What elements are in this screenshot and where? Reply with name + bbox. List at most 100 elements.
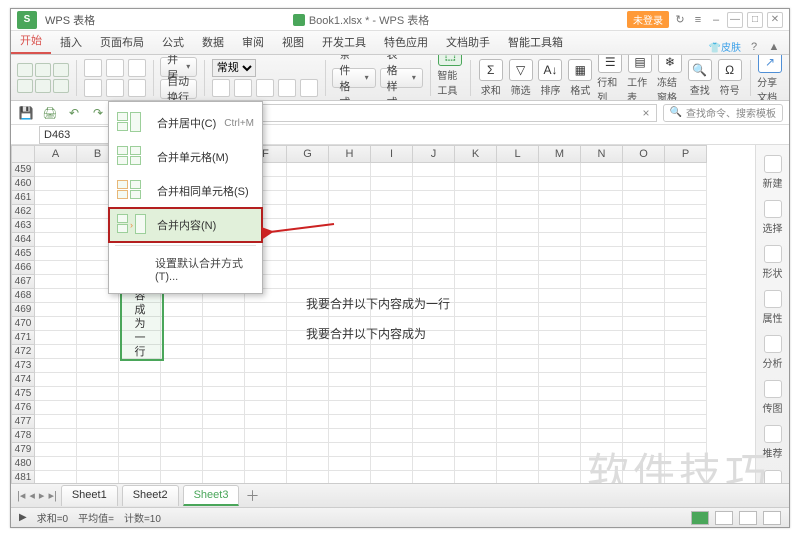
number-format-select[interactable]: 常规	[212, 59, 256, 77]
add-sheet-button[interactable]: ＋	[245, 486, 259, 506]
row-header[interactable]: 472	[11, 345, 35, 359]
row-header[interactable]: 459	[11, 163, 35, 177]
menu-merge-cells[interactable]: 合并单元格(M)	[109, 140, 262, 174]
col-header-O[interactable]: O	[623, 145, 665, 163]
view-normal-button[interactable]	[691, 511, 709, 525]
row-header[interactable]: 467	[11, 275, 35, 289]
sheet-tab-Sheet3[interactable]: Sheet3	[183, 485, 240, 506]
col-header-N[interactable]: N	[581, 145, 623, 163]
row-header[interactable]: 473	[11, 359, 35, 373]
find-button[interactable]: 🔍查找	[687, 59, 713, 97]
refresh-icon[interactable]: ↻	[673, 13, 687, 27]
rightpane-分析[interactable]: 分析	[763, 335, 783, 370]
row-header[interactable]: 478	[11, 429, 35, 443]
share-button[interactable]: ↗分享文档	[757, 55, 783, 101]
minimize-button[interactable]: —	[727, 12, 743, 28]
align-center-icon[interactable]	[106, 59, 124, 77]
rightpane-形状[interactable]: 形状	[763, 245, 783, 280]
comma-icon[interactable]	[256, 79, 274, 97]
row-header[interactable]: 471	[11, 331, 35, 345]
col-header-P[interactable]: P	[665, 145, 707, 163]
filter-button[interactable]: ▽筛选	[508, 59, 534, 97]
row-header[interactable]: 466	[11, 261, 35, 275]
sort-button[interactable]: A↓排序	[538, 59, 564, 97]
view-break-button[interactable]	[739, 511, 757, 525]
tab-view[interactable]: 视图	[273, 30, 313, 54]
row-header[interactable]: 461	[11, 191, 35, 205]
wrap-text-button[interactable]: 自动换行	[160, 79, 197, 99]
cond-format-button[interactable]: 条件格式▾	[332, 68, 375, 88]
tab-start[interactable]: 开始	[11, 28, 51, 54]
col-header-L[interactable]: L	[497, 145, 539, 163]
sheet-tab-Sheet2[interactable]: Sheet2	[122, 485, 179, 506]
rightpane-属性[interactable]: 属性	[763, 290, 783, 325]
sheet-tab-Sheet1[interactable]: Sheet1	[61, 485, 118, 506]
menu-merge-content[interactable]: › 合并内容(N)	[109, 208, 262, 242]
cell-C471[interactable]: 一	[119, 331, 161, 345]
table-style-button[interactable]: 表格样式▾	[380, 68, 423, 88]
row-header[interactable]: 475	[11, 387, 35, 401]
col-header-K[interactable]: K	[455, 145, 497, 163]
row-header[interactable]: 477	[11, 415, 35, 429]
row-header[interactable]: 479	[11, 443, 35, 457]
tab-layout[interactable]: 页面布局	[91, 30, 153, 54]
record-macro-icon[interactable]: ▶	[19, 512, 27, 523]
sum-button[interactable]: Σ求和	[478, 59, 504, 97]
align-left-icon[interactable]	[84, 59, 102, 77]
skin-button[interactable]: 👕皮肤	[709, 39, 741, 54]
menu-merge-same[interactable]: 合并相同单元格(S)	[109, 174, 262, 208]
freeze-button[interactable]: ❄冻结窗格	[657, 55, 683, 101]
tab-data[interactable]: 数据	[193, 30, 233, 54]
row-header[interactable]: 480	[11, 457, 35, 471]
symbol-button[interactable]: Ω符号	[717, 59, 743, 97]
row-header[interactable]: 469	[11, 303, 35, 317]
help-icon[interactable]: ?	[747, 40, 761, 54]
login-badge[interactable]: 未登录	[627, 11, 669, 28]
qa-undo-icon[interactable]: ↶	[65, 104, 83, 122]
tab-dochelper[interactable]: 文档助手	[437, 30, 499, 54]
dec-dec-icon[interactable]	[300, 79, 318, 97]
rightpane-新建[interactable]: 新建	[763, 155, 783, 190]
row-header[interactable]: 468	[11, 289, 35, 303]
align-right-icon[interactable]	[128, 59, 146, 77]
format-button[interactable]: ▦格式	[567, 59, 593, 97]
qa-print-icon[interactable]: 🖨	[41, 104, 59, 122]
col-header-M[interactable]: M	[539, 145, 581, 163]
valign-top-icon[interactable]	[84, 79, 102, 97]
row-header[interactable]: 463	[11, 219, 35, 233]
col-header-A[interactable]: A	[35, 145, 77, 163]
col-header-J[interactable]: J	[413, 145, 455, 163]
smart-toolbox-button[interactable]: ⬚智能工具箱	[437, 55, 463, 101]
row-header[interactable]: 470	[11, 317, 35, 331]
tab-insert[interactable]: 插入	[51, 30, 91, 54]
inc-dec-icon[interactable]	[278, 79, 296, 97]
sheet-nav-last[interactable]: ▸|	[48, 489, 56, 502]
rightpane-选择[interactable]: 选择	[763, 200, 783, 235]
command-search[interactable]: 🔍 查找命令、搜索模板	[663, 104, 783, 122]
valign-bot-icon[interactable]	[128, 79, 146, 97]
rightpane-传图[interactable]: 传图	[763, 380, 783, 415]
collapse-ribbon-icon[interactable]: ▲	[767, 40, 781, 54]
menu-default-merge[interactable]: 设置默认合并方式(T)...	[109, 249, 262, 289]
close-button[interactable]: ✕	[767, 12, 783, 28]
cell-C472[interactable]: 行	[119, 345, 161, 359]
row-header[interactable]: 474	[11, 373, 35, 387]
select-all-corner[interactable]	[11, 145, 35, 163]
menu-icon[interactable]: ≡	[691, 13, 705, 27]
col-header-I[interactable]: I	[371, 145, 413, 163]
tab-special[interactable]: 特色应用	[375, 30, 437, 54]
row-header[interactable]: 460	[11, 177, 35, 191]
tab-dev[interactable]: 开发工具	[313, 30, 375, 54]
rowcol-button[interactable]: ☰行和列	[597, 55, 623, 101]
tab-smarttool[interactable]: 智能工具箱	[499, 30, 572, 54]
tab-review[interactable]: 审阅	[233, 30, 273, 54]
qa-redo-icon[interactable]: ↷	[89, 104, 107, 122]
cell-C470[interactable]: 为	[119, 317, 161, 331]
sheet-nav-next[interactable]: ▸	[39, 489, 45, 502]
maximize-button[interactable]: □	[747, 12, 763, 28]
row-header[interactable]: 465	[11, 247, 35, 261]
formula-close-icon[interactable]: ×	[637, 106, 656, 120]
col-header-G[interactable]: G	[287, 145, 329, 163]
sheet-nav-prev[interactable]: ◂	[29, 489, 35, 502]
sheet-nav-first[interactable]: |◂	[17, 489, 25, 502]
